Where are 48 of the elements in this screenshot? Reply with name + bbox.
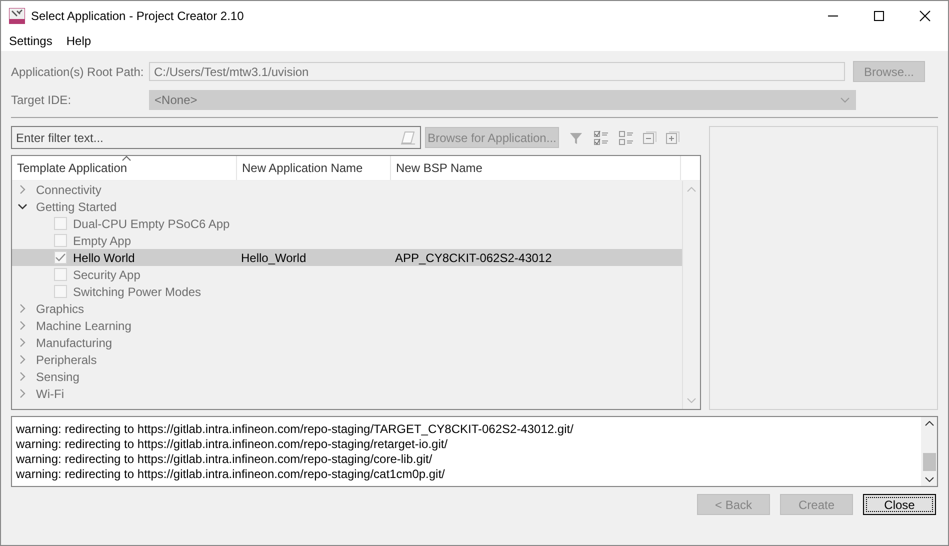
checkbox[interactable] xyxy=(54,217,67,230)
menu-item[interactable]: Help xyxy=(66,34,92,48)
log-line: warning: redirecting to https://gitlab.intra.infineon.com/repo-staging/cat1cm0p.git/ xyxy=(16,467,446,482)
log-line: warning: redirecting to https://gitlab.intra.infineon.com/repo-staging/retarget-io.git/ xyxy=(16,437,449,452)
sort-icon xyxy=(122,156,131,161)
category-label[interactable]: Sensing xyxy=(36,370,80,384)
expand-all-icon[interactable] xyxy=(666,130,680,144)
checked-list-icon[interactable] xyxy=(593,130,609,146)
checkbox[interactable] xyxy=(54,251,67,264)
column-header[interactable]: Template Application xyxy=(12,156,237,180)
column-header[interactable]: New Application Name xyxy=(237,156,391,180)
application-label: Security App xyxy=(73,268,140,282)
category-label[interactable]: Wi-Fi xyxy=(36,386,64,400)
dialog-button[interactable]: Close xyxy=(863,494,936,515)
category-label[interactable]: Manufacturing xyxy=(36,336,112,350)
maximize-icon[interactable] xyxy=(873,10,885,22)
menu-item[interactable]: Settings xyxy=(9,34,52,48)
application-label: Hello World xyxy=(73,250,135,264)
field-label: Target IDE: xyxy=(11,92,72,106)
application-label: Dual-CPU Empty PSoC6 App xyxy=(73,216,230,230)
bsp-name-cell: APP_CY8CKIT-062S2-43012 xyxy=(395,250,552,264)
column-header[interactable]: New BSP Name xyxy=(391,156,681,180)
scrollbar[interactable] xyxy=(921,417,937,486)
field-label: Application(s) Root Path: xyxy=(11,64,145,78)
selected-row[interactable]: Hello World Hello_World APP_CY8CKIT-062S2-43012 xyxy=(12,249,682,266)
eraser-icon[interactable] xyxy=(400,130,416,144)
category-label[interactable]: Machine Learning xyxy=(36,318,132,332)
close-icon[interactable] xyxy=(919,10,931,22)
checkbox[interactable] xyxy=(54,268,67,281)
application-name-cell: Hello_World xyxy=(241,250,306,264)
scroll-up-icon[interactable] xyxy=(924,421,934,426)
scrollbar-thumb[interactable] xyxy=(922,452,936,470)
checkbox[interactable] xyxy=(54,285,67,298)
category-label[interactable]: Graphics xyxy=(36,302,84,316)
application-label: Switching Power Modes xyxy=(73,284,202,298)
expander-icon[interactable] xyxy=(18,202,27,211)
collapse-all-icon[interactable] xyxy=(643,130,657,144)
category-label[interactable]: Peripherals xyxy=(36,352,97,366)
checkbox[interactable] xyxy=(54,234,67,247)
log-line: warning: redirecting to https://gitlab.intra.infineon.com/repo-staging/TARGET_CY8CKIT-062S2-43012.git/ xyxy=(16,422,574,437)
unchecked-list-icon[interactable] xyxy=(618,130,634,146)
category-label[interactable]: Getting Started xyxy=(36,200,117,214)
application-label: Empty App xyxy=(73,234,132,248)
log-line: warning: redirecting to https://gitlab.intra.infineon.com/repo-staging/core-lib.git/ xyxy=(16,452,434,467)
category-label[interactable]: Connectivity xyxy=(36,182,102,196)
window-title: Select Application - Project Creator 2.10 xyxy=(31,9,244,23)
scroll-down-icon[interactable] xyxy=(924,477,934,482)
app-icon xyxy=(9,8,25,24)
